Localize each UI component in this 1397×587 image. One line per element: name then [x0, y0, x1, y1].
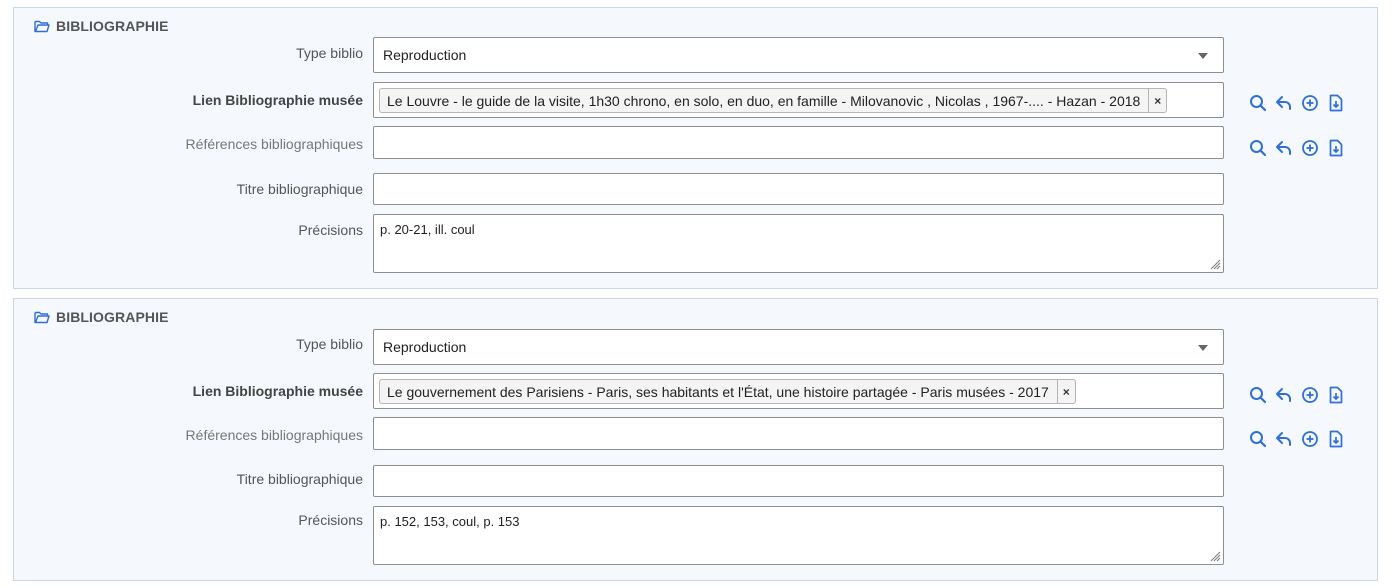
precisions-value: p. 20-21, ill. coul: [380, 222, 475, 237]
references-label: Références bibliographiques: [185, 427, 363, 443]
titre-label: Titre bibliographique: [236, 471, 363, 487]
file-import-icon[interactable]: [1327, 139, 1345, 157]
precisions-label: Précisions: [298, 512, 363, 528]
precisions-textarea[interactable]: p. 20-21, ill. coul: [373, 214, 1224, 273]
selected-tag: Le Louvre - le guide de la visite, 1h30 …: [379, 88, 1168, 113]
search-icon[interactable]: [1249, 430, 1267, 448]
precisions-label: Précisions: [298, 222, 363, 238]
lien-bibliographie-label: Lien Bibliographie musée: [192, 92, 363, 108]
titre-input[interactable]: [373, 465, 1224, 497]
add-circle-icon[interactable]: [1301, 386, 1319, 404]
resize-grip-icon[interactable]: [1209, 550, 1221, 562]
lien-actions: [1249, 94, 1345, 112]
file-import-icon[interactable]: [1327, 430, 1345, 448]
lien-bibliographie-input[interactable]: Le Louvre - le guide de la visite, 1h30 …: [373, 82, 1224, 118]
panel-title: BIBLIOGRAPHIE: [56, 309, 169, 325]
bibliographie-panel: BIBLIOGRAPHIE Type biblio Reproduction L…: [13, 298, 1378, 581]
tag-label: Le gouvernement des Parisiens - Paris, s…: [387, 383, 1049, 400]
references-input[interactable]: [373, 126, 1224, 159]
reply-icon[interactable]: [1275, 386, 1293, 404]
reply-icon[interactable]: [1275, 94, 1293, 112]
add-circle-icon[interactable]: [1301, 139, 1319, 157]
type-biblio-label: Type biblio: [296, 336, 363, 352]
file-import-icon[interactable]: [1327, 94, 1345, 112]
type-biblio-value: Reproduction: [383, 47, 467, 63]
search-icon[interactable]: [1249, 139, 1267, 157]
precisions-textarea[interactable]: p. 152, 153, coul, p. 153: [373, 506, 1224, 565]
panel-header: BIBLIOGRAPHIE: [34, 18, 169, 34]
references-input[interactable]: [373, 417, 1224, 450]
titre-input[interactable]: [373, 173, 1224, 205]
titre-label: Titre bibliographique: [236, 181, 363, 197]
search-icon[interactable]: [1249, 386, 1267, 404]
references-actions: [1249, 430, 1345, 448]
tag-remove-button[interactable]: ×: [1056, 380, 1075, 403]
selected-tag: Le gouvernement des Parisiens - Paris, s…: [379, 379, 1076, 404]
panel-title: BIBLIOGRAPHIE: [56, 18, 169, 34]
tag-remove-button[interactable]: ×: [1148, 89, 1166, 112]
tag-label: Le Louvre - le guide de la visite, 1h30 …: [387, 92, 1141, 109]
bibliographie-panel: BIBLIOGRAPHIE Type biblio Reproduction L…: [13, 7, 1378, 289]
reply-icon[interactable]: [1275, 430, 1293, 448]
add-circle-icon[interactable]: [1301, 430, 1319, 448]
reply-icon[interactable]: [1275, 139, 1293, 157]
lien-bibliographie-label: Lien Bibliographie musée: [192, 383, 363, 399]
panel-header: BIBLIOGRAPHIE: [34, 309, 169, 325]
folder-open-icon: [34, 311, 50, 324]
precisions-value: p. 152, 153, coul, p. 153: [380, 514, 520, 529]
type-biblio-select[interactable]: Reproduction: [373, 329, 1224, 365]
references-actions: [1249, 139, 1345, 157]
folder-open-icon: [34, 20, 50, 33]
references-label: Références bibliographiques: [185, 136, 363, 152]
chevron-down-icon: [1198, 53, 1208, 59]
resize-grip-icon[interactable]: [1209, 258, 1221, 270]
chevron-down-icon: [1198, 345, 1208, 351]
lien-actions: [1249, 386, 1345, 404]
lien-bibliographie-input[interactable]: Le gouvernement des Parisiens - Paris, s…: [373, 373, 1224, 409]
file-import-icon[interactable]: [1327, 386, 1345, 404]
type-biblio-value: Reproduction: [383, 339, 467, 355]
add-circle-icon[interactable]: [1301, 94, 1319, 112]
search-icon[interactable]: [1249, 94, 1267, 112]
type-biblio-select[interactable]: Reproduction: [373, 37, 1224, 73]
type-biblio-label: Type biblio: [296, 45, 363, 61]
